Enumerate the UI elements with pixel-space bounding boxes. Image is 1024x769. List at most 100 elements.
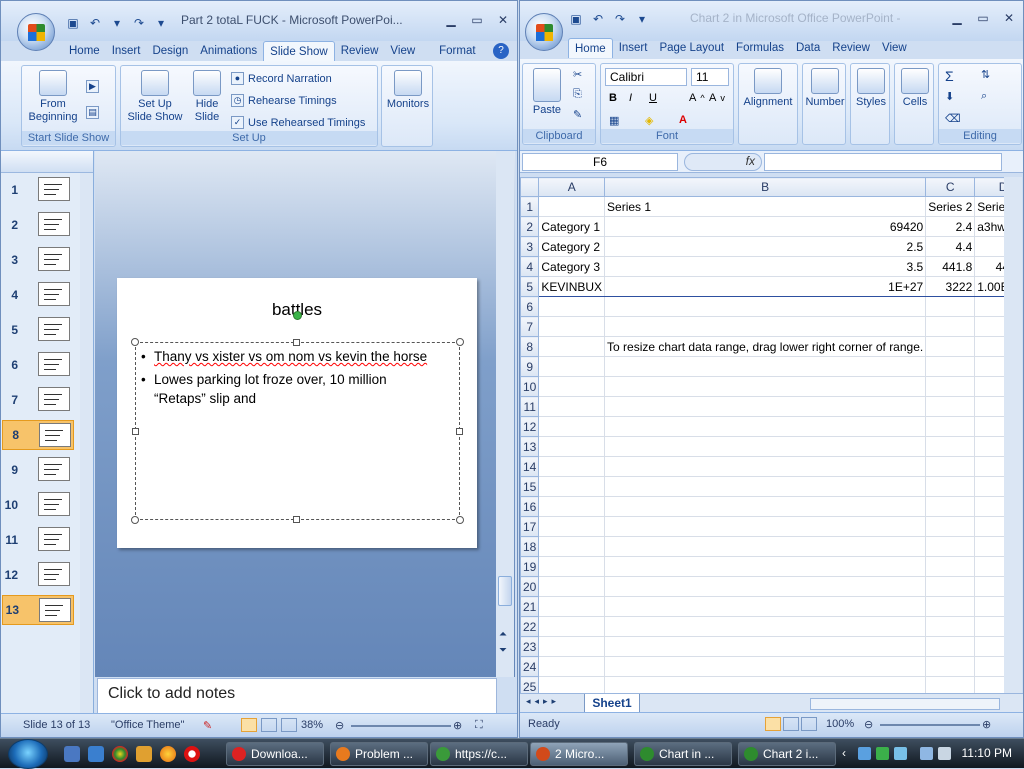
row-header[interactable]: 8 bbox=[520, 336, 540, 357]
cell[interactable] bbox=[604, 516, 927, 537]
formula-input[interactable] bbox=[764, 153, 1002, 171]
sort-filter-icon[interactable]: ⇅ bbox=[981, 68, 990, 81]
row-header[interactable]: 10 bbox=[520, 376, 540, 397]
slide-thumbnail[interactable]: 12 bbox=[2, 560, 74, 590]
grow-font-icon[interactable]: A ^ bbox=[689, 92, 705, 104]
tray-icon[interactable] bbox=[858, 747, 871, 760]
cell[interactable]: 2.5 bbox=[604, 236, 927, 257]
cut-icon[interactable]: ✂ bbox=[573, 68, 582, 81]
zoom-level[interactable]: 100% bbox=[826, 718, 854, 730]
monitors-button[interactable]: Monitors bbox=[384, 70, 432, 111]
slide-thumbnail[interactable]: 1 bbox=[2, 175, 74, 205]
tab-slide-show[interactable]: Slide Show bbox=[263, 41, 335, 61]
cell[interactable] bbox=[538, 596, 606, 617]
office-button[interactable] bbox=[525, 13, 563, 51]
cell[interactable] bbox=[925, 536, 976, 557]
row-header[interactable]: 15 bbox=[520, 476, 540, 497]
cell[interactable] bbox=[604, 436, 927, 457]
cell[interactable] bbox=[604, 496, 927, 517]
cell[interactable] bbox=[974, 536, 1004, 557]
row-header[interactable]: 24 bbox=[520, 656, 540, 677]
cell[interactable] bbox=[925, 636, 976, 657]
tab-home[interactable]: Home bbox=[568, 38, 613, 58]
next-slide-icon[interactable]: ⏷ bbox=[499, 645, 507, 656]
cell[interactable]: Series 1 bbox=[604, 196, 927, 217]
tab-insert[interactable]: Insert bbox=[613, 38, 654, 58]
horizontal-scrollbar[interactable] bbox=[810, 698, 1000, 710]
tab-review[interactable]: Review bbox=[335, 41, 385, 61]
cell[interactable] bbox=[925, 496, 976, 517]
cell[interactable] bbox=[538, 616, 606, 637]
cell[interactable]: Category 3 bbox=[538, 256, 606, 277]
taskbar-button[interactable]: Chart 2 i... bbox=[738, 742, 836, 766]
row-header[interactable]: 9 bbox=[520, 356, 540, 377]
chevron-down-icon[interactable]: ▾ bbox=[109, 15, 125, 31]
row-header[interactable]: 13 bbox=[520, 436, 540, 457]
tab-page-layout[interactable]: Page Layout bbox=[653, 38, 730, 58]
zoom-in-icon[interactable]: ⊕ bbox=[982, 718, 991, 731]
prev-slide-icon[interactable]: ⏶ bbox=[499, 629, 507, 640]
cell[interactable] bbox=[925, 376, 976, 397]
tab-view[interactable]: View bbox=[876, 38, 913, 58]
format-painter-icon[interactable]: ✎ bbox=[573, 108, 582, 121]
cell[interactable] bbox=[604, 416, 927, 437]
row-header[interactable]: 17 bbox=[520, 516, 540, 537]
cell[interactable] bbox=[925, 556, 976, 577]
cell[interactable]: 3222 bbox=[925, 276, 976, 297]
alignment-button[interactable]: Alignment bbox=[739, 68, 797, 109]
volume-icon[interactable] bbox=[938, 747, 951, 760]
cell[interactable] bbox=[925, 316, 976, 337]
slide-show-view-icon[interactable] bbox=[281, 718, 297, 732]
cell[interactable]: 1.00E+87 bbox=[974, 276, 1004, 297]
row-header[interactable]: 4 bbox=[520, 256, 540, 277]
cell[interactable] bbox=[604, 596, 927, 617]
underline-icon[interactable]: U bbox=[649, 92, 657, 104]
current-slide[interactable]: battles Thany vs xister vs om nom vs kev… bbox=[117, 278, 477, 548]
firefox-launch-icon[interactable] bbox=[160, 746, 176, 762]
use-rehearsed-timings-checkbox[interactable]: ✓ Use Rehearsed Timings bbox=[231, 116, 365, 129]
cell[interactable] bbox=[604, 536, 927, 557]
cell[interactable] bbox=[925, 356, 976, 377]
from-current-slide-icon[interactable]: ▶ bbox=[86, 80, 99, 93]
row-header[interactable]: 21 bbox=[520, 596, 540, 617]
cell[interactable] bbox=[974, 416, 1004, 437]
notes-pane[interactable]: Click to add notes bbox=[97, 678, 497, 715]
slide-thumbnail[interactable]: 13 bbox=[2, 595, 74, 625]
row-header[interactable]: 2 bbox=[520, 216, 540, 237]
cell[interactable]: Series 2 bbox=[925, 196, 976, 217]
cell[interactable] bbox=[538, 356, 606, 377]
cell[interactable] bbox=[538, 516, 606, 537]
tab-review[interactable]: Review bbox=[826, 38, 876, 58]
cell[interactable] bbox=[974, 316, 1004, 337]
cell[interactable] bbox=[974, 296, 1004, 317]
italic-icon[interactable]: I bbox=[629, 92, 632, 104]
rotation-handle[interactable] bbox=[293, 311, 302, 320]
cell[interactable] bbox=[974, 476, 1004, 497]
slide-scrollbar[interactable]: ⏶ ⏷ bbox=[496, 151, 514, 677]
cell[interactable] bbox=[604, 656, 927, 677]
normal-view-icon[interactable] bbox=[765, 717, 781, 731]
cell[interactable]: 441.8 bbox=[925, 256, 976, 277]
borders-icon[interactable]: ▦ bbox=[609, 114, 619, 127]
content-placeholder[interactable]: Thany vs xister vs om nom vs kevin the h… bbox=[131, 311, 464, 524]
tray-icon[interactable] bbox=[876, 747, 889, 760]
cell[interactable]: 69420 bbox=[604, 216, 927, 237]
slide-thumbnail[interactable]: 9 bbox=[2, 455, 74, 485]
slide-thumbnail[interactable]: 6 bbox=[2, 350, 74, 380]
normal-view-icon[interactable] bbox=[241, 718, 257, 732]
close-icon[interactable]: ✕ bbox=[495, 13, 511, 27]
cell[interactable]: 3.5 bbox=[604, 256, 927, 277]
cell[interactable] bbox=[974, 456, 1004, 477]
slide-thumbnail[interactable]: 2 bbox=[2, 210, 74, 240]
cell[interactable] bbox=[538, 476, 606, 497]
cell[interactable]: To resize chart data range, drag lower r… bbox=[604, 336, 927, 357]
cell[interactable] bbox=[925, 656, 976, 677]
cell[interactable] bbox=[604, 636, 927, 657]
shrink-font-icon[interactable]: Av bbox=[709, 92, 725, 104]
row-header[interactable]: 18 bbox=[520, 536, 540, 557]
clear-icon[interactable]: ⌫ bbox=[945, 112, 961, 125]
cell[interactable] bbox=[925, 436, 976, 457]
cell[interactable] bbox=[974, 556, 1004, 577]
spreadsheet-grid[interactable]: ABCDEFG 1Series 1Series 2Series 32Catego… bbox=[520, 177, 1004, 693]
scroll-thumb[interactable] bbox=[498, 576, 512, 606]
